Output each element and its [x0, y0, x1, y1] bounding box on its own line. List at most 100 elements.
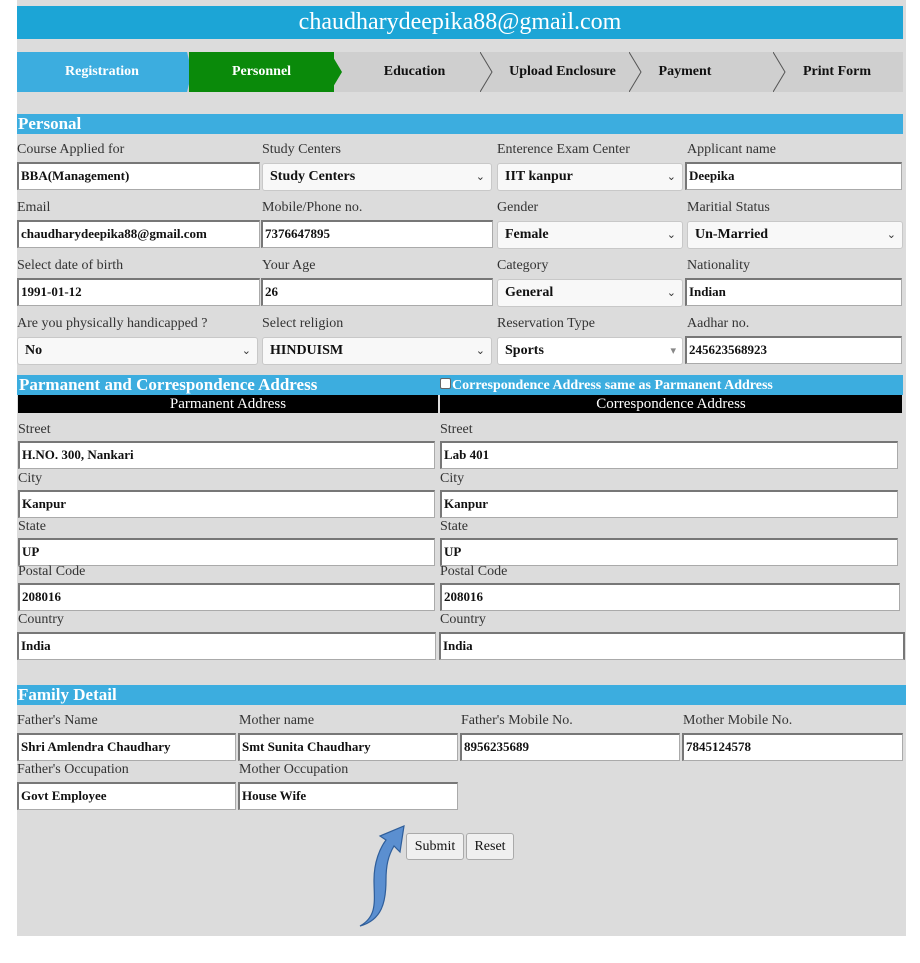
- corr-postal-label: Postal Code: [440, 564, 508, 579]
- same-address-checkbox[interactable]: [440, 378, 451, 389]
- chevron-down-icon: ⌄: [475, 171, 485, 183]
- study-centers-value: Study Centers: [270, 169, 356, 184]
- nationality-label: Nationality: [687, 258, 750, 273]
- category-label: Category: [497, 258, 549, 273]
- reservation-label: Reservation Type: [497, 316, 595, 331]
- perm-state-field[interactable]: UP: [18, 538, 435, 566]
- father-mobile-label: Father's Mobile No.: [461, 713, 573, 728]
- reset-button[interactable]: Reset: [466, 833, 514, 860]
- perm-street-label: Street: [18, 422, 51, 437]
- perm-street-field[interactable]: H.NO. 300, Nankari: [18, 441, 435, 469]
- perm-country-field[interactable]: India: [17, 632, 436, 660]
- perm-postal-field[interactable]: 208016: [18, 583, 435, 611]
- perm-city-label: City: [18, 471, 43, 486]
- aadhar-field[interactable]: 245623568923: [685, 336, 902, 364]
- exam-center-select[interactable]: IIT kanpur ⌄: [497, 163, 683, 191]
- exam-center-label: Enterence Exam Center: [497, 142, 630, 157]
- chevron-down-icon: ⌄: [666, 287, 676, 299]
- chevron-down-icon: ⌄: [666, 229, 676, 241]
- reservation-value: Sports: [505, 343, 544, 358]
- personal-heading: Personal: [17, 114, 903, 134]
- handicap-label: Are you physically handicapped ?: [17, 316, 208, 331]
- permanent-address-heading: Parmanent Address: [18, 395, 438, 413]
- mobile-label: Mobile/Phone no.: [262, 200, 363, 215]
- step-separator: [322, 52, 342, 92]
- perm-country-label: Country: [18, 612, 64, 627]
- corr-city-field[interactable]: Kanpur: [440, 490, 898, 518]
- step-separator: [480, 52, 493, 92]
- father-occupation-label: Father's Occupation: [17, 762, 129, 777]
- mother-name-field[interactable]: Smt Sunita Chaudhary: [238, 733, 458, 761]
- religion-value: HINDUISM: [270, 343, 344, 358]
- dob-label: Select date of birth: [17, 258, 124, 273]
- chevron-down-icon: ⌄: [475, 345, 485, 357]
- gender-value: Female: [505, 227, 549, 242]
- step-personnel[interactable]: Personnel: [189, 52, 334, 92]
- step-education[interactable]: Education: [342, 52, 487, 92]
- corr-country-label: Country: [440, 612, 486, 627]
- perm-city-field[interactable]: Kanpur: [18, 490, 435, 518]
- chevron-down-icon: ⌄: [666, 171, 676, 183]
- applicant-name-label: Applicant name: [687, 142, 777, 157]
- marital-status-select[interactable]: Un-Married ⌄: [687, 221, 903, 249]
- applicant-name-field[interactable]: Deepika: [685, 162, 902, 190]
- same-address-label: Correspondence Address same as Parmanent…: [452, 378, 773, 393]
- father-mobile-field[interactable]: 8956235689: [460, 733, 680, 761]
- father-name-field[interactable]: Shri Amlendra Chaudhary: [17, 733, 236, 761]
- email-field[interactable]: chaudharydeepika88@gmail.com: [17, 220, 260, 248]
- course-label: Course Applied for: [17, 142, 125, 157]
- category-select[interactable]: General ⌄: [497, 279, 683, 307]
- reservation-select[interactable]: Sports ▾: [497, 337, 683, 365]
- category-value: General: [505, 285, 554, 300]
- corr-street-field[interactable]: Lab 401: [440, 441, 898, 469]
- marital-status-value: Un-Married: [695, 227, 769, 242]
- course-field[interactable]: BBA(Management): [17, 162, 260, 190]
- religion-select[interactable]: HINDUISM ⌄: [262, 337, 492, 365]
- gender-label: Gender: [497, 200, 539, 215]
- step-print-form[interactable]: Print Form: [787, 52, 887, 92]
- mother-mobile-field[interactable]: 7845124578: [682, 733, 903, 761]
- step-upload-enclosure[interactable]: Upload Enclosure: [495, 52, 630, 92]
- dob-field[interactable]: 1991-01-12: [17, 278, 260, 306]
- mother-mobile-label: Mother Mobile No.: [683, 713, 793, 728]
- mother-occupation-label: Mother Occupation: [239, 762, 349, 777]
- submit-button[interactable]: Submit: [406, 833, 464, 860]
- mobile-field[interactable]: 7376647895: [261, 220, 493, 248]
- gender-select[interactable]: Female ⌄: [497, 221, 683, 249]
- age-label: Your Age: [262, 258, 316, 273]
- caret-down-icon: ▾: [670, 345, 676, 357]
- corr-state-field[interactable]: UP: [440, 538, 898, 566]
- religion-label: Select religion: [262, 316, 344, 331]
- step-registration[interactable]: Registration: [17, 52, 187, 92]
- age-field[interactable]: 26: [261, 278, 493, 306]
- aadhar-label: Aadhar no.: [687, 316, 750, 331]
- study-centers-label: Study Centers: [262, 142, 341, 157]
- corr-state-label: State: [440, 519, 468, 534]
- chevron-down-icon: ⌄: [886, 229, 896, 241]
- marital-status-label: Maritial Status: [687, 200, 770, 215]
- exam-center-value: IIT kanpur: [505, 169, 573, 184]
- address-heading: Parmanent and Correspondence Address: [19, 375, 318, 394]
- email-label: Email: [17, 200, 51, 215]
- handicap-select[interactable]: No ⌄: [17, 337, 258, 365]
- mother-name-label: Mother name: [239, 713, 315, 728]
- nationality-field[interactable]: Indian: [685, 278, 902, 306]
- father-name-label: Father's Name: [17, 713, 98, 728]
- perm-state-label: State: [18, 519, 46, 534]
- corr-street-label: Street: [440, 422, 473, 437]
- curved-arrow-icon: [359, 825, 405, 927]
- father-occupation-field[interactable]: Govt Employee: [17, 782, 236, 810]
- handicap-value: No: [25, 343, 43, 358]
- corr-city-label: City: [440, 471, 465, 486]
- study-centers-select[interactable]: Study Centers ⌄: [262, 163, 492, 191]
- correspondence-address-heading: Correspondence Address: [440, 395, 902, 413]
- wizard-steps: Registration Personnel Education Upload …: [17, 52, 903, 92]
- corr-postal-field[interactable]: 208016: [440, 583, 900, 611]
- chevron-down-icon: ⌄: [241, 345, 251, 357]
- step-payment[interactable]: Payment: [635, 52, 735, 92]
- family-heading: Family Detail: [17, 685, 906, 705]
- perm-postal-label: Postal Code: [18, 564, 86, 579]
- mother-occupation-field[interactable]: House Wife: [238, 782, 458, 810]
- corr-country-field[interactable]: India: [439, 632, 905, 660]
- step-separator: [773, 52, 786, 92]
